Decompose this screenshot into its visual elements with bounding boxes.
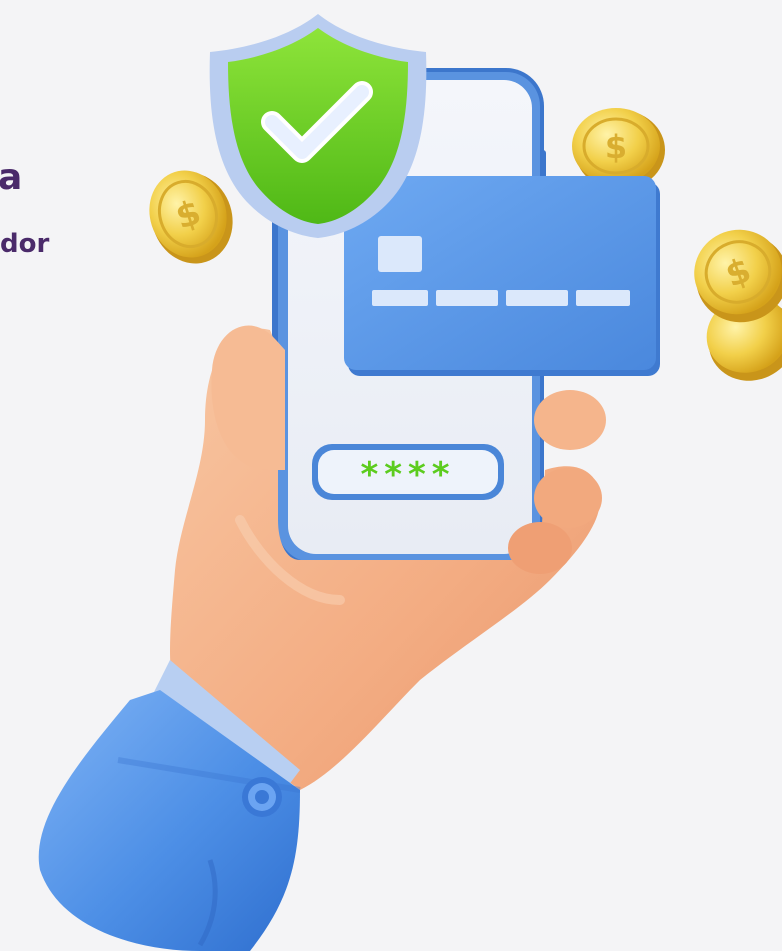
secure-payment-illustration: $ $ $ **** (38, 14, 782, 951)
hero-banner: a dor $ $ $ **** (0, 0, 782, 951)
credit-card-icon (344, 176, 660, 376)
pin-field: **** (312, 444, 504, 500)
pin-mask-text: **** (360, 455, 455, 495)
dollar-coin-icon: $ (694, 229, 782, 381)
svg-text:$: $ (605, 128, 627, 166)
dollar-coin-icon: $ (149, 170, 233, 264)
